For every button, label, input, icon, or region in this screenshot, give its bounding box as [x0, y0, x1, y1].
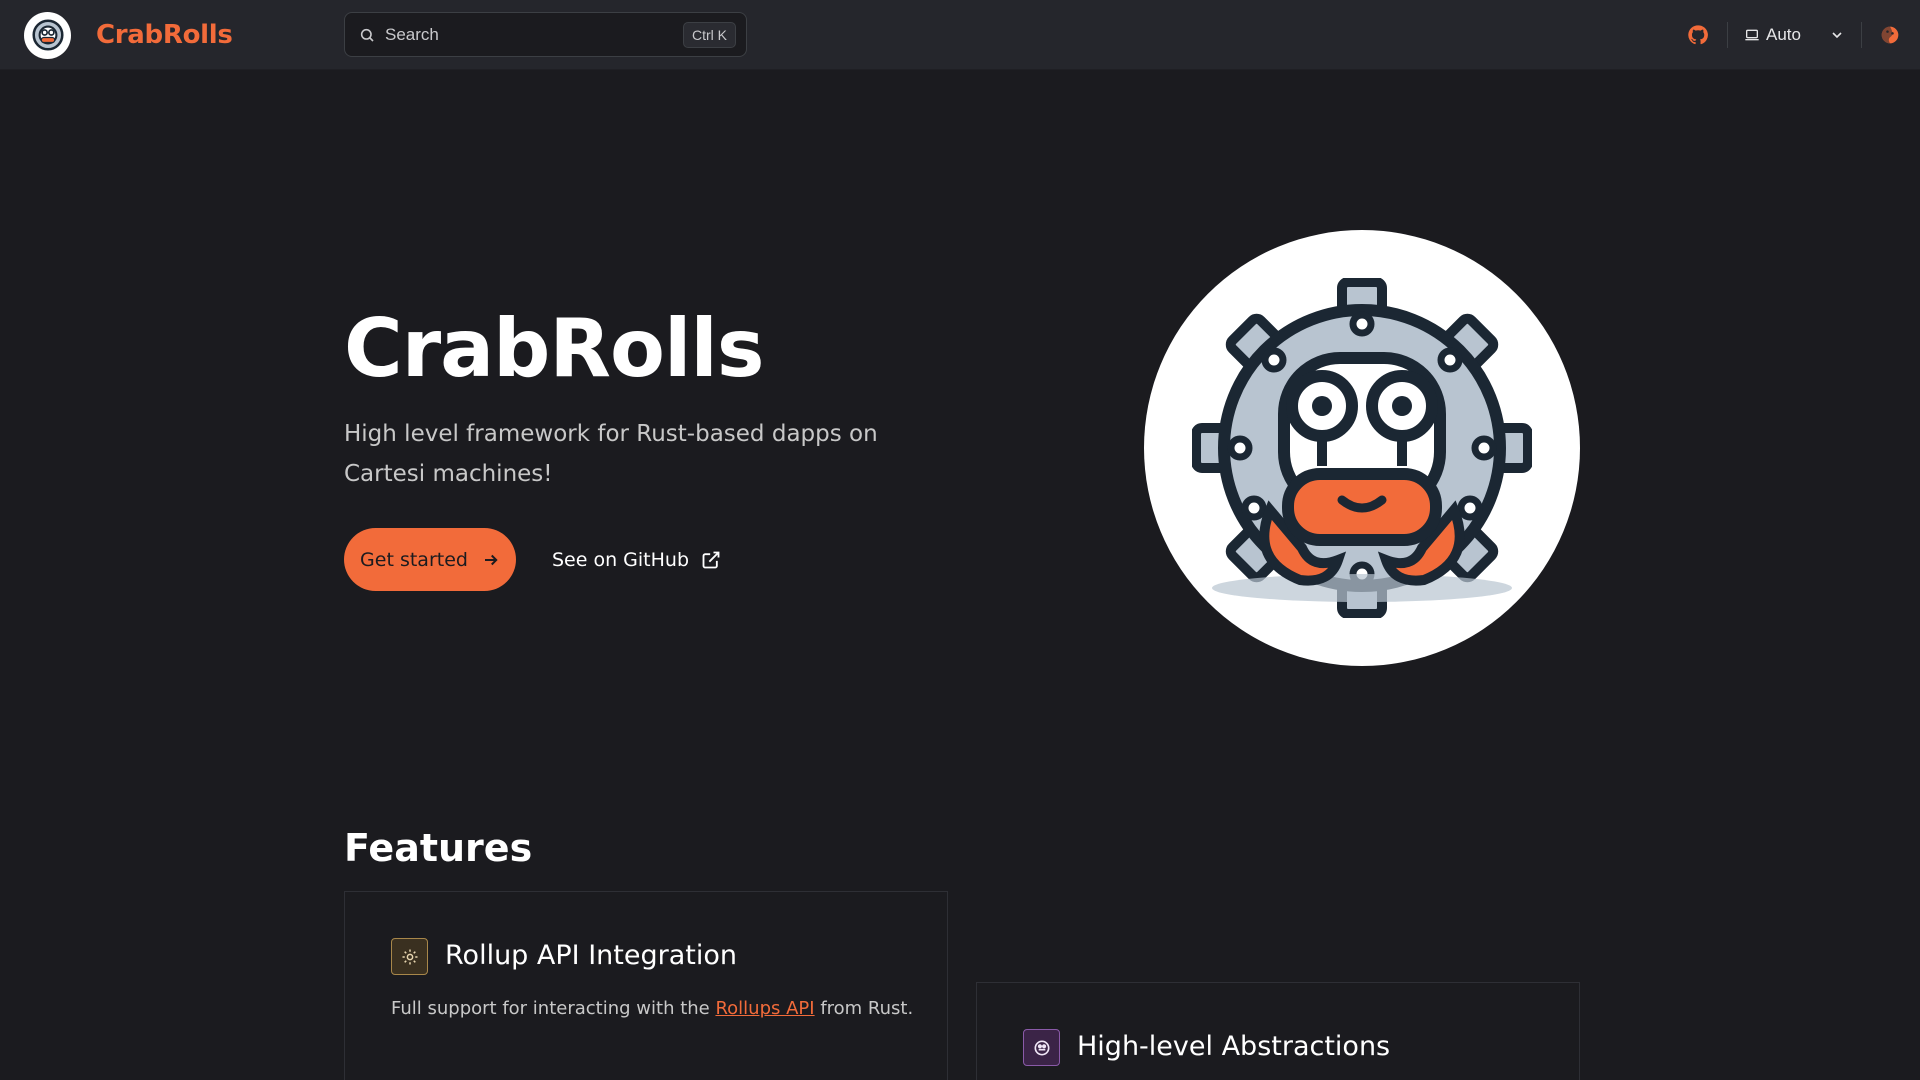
search-shortcut-badge: Ctrl K — [683, 21, 736, 48]
hero-crab-gear-illustration — [1144, 230, 1580, 666]
search-button[interactable]: Search Ctrl K — [344, 12, 747, 57]
see-on-github-label: See on GitHub — [552, 549, 690, 571]
nav-divider — [1727, 22, 1728, 48]
arrow-right-icon — [482, 551, 500, 569]
brand-name: CrabRolls — [96, 20, 233, 50]
feature-card-rollup-api: Rollup API Integration Full support for … — [344, 891, 948, 1080]
rollups-api-link[interactable]: Rollups API — [715, 998, 814, 1019]
get-started-button[interactable]: Get started — [344, 528, 516, 591]
laptop-icon — [1744, 27, 1760, 43]
see-on-github-button[interactable]: See on GitHub — [552, 540, 721, 580]
search-placeholder: Search — [385, 24, 439, 44]
appearance-dropdown[interactable]: Auto — [1744, 21, 1845, 49]
features-heading: Features — [344, 826, 533, 870]
crab-icon — [1023, 1029, 1060, 1066]
nav-divider — [1861, 22, 1862, 48]
top-navbar: CrabRolls Search Ctrl K Auto — [0, 0, 1920, 70]
crabrolls-logo-icon — [24, 11, 71, 59]
palette-icon — [1880, 25, 1900, 45]
feature-title: High-level Abstractions — [1077, 1031, 1391, 1062]
get-started-label: Get started — [360, 548, 468, 571]
feature-description: Full support for interacting with the Ro… — [391, 998, 913, 1019]
feature-description-text: from Rust. — [814, 998, 914, 1019]
hero-title: CrabRolls — [344, 302, 764, 395]
search-icon — [359, 27, 375, 43]
feature-card-high-level-abstractions: High-level Abstractions — [976, 982, 1580, 1080]
external-link-icon — [701, 550, 721, 570]
brand-link[interactable]: CrabRolls — [24, 11, 233, 59]
theme-toggle[interactable] — [1880, 22, 1904, 48]
hero-tagline: High level framework for Rust-based dapp… — [344, 421, 878, 487]
appearance-mode-label: Auto — [1766, 25, 1801, 44]
feature-title: Rollup API Integration — [445, 940, 737, 971]
feature-description-text: Full support for interacting with the — [391, 998, 716, 1019]
github-link[interactable] — [1684, 0, 1712, 70]
chevron-down-icon — [1829, 27, 1845, 43]
github-icon — [1687, 24, 1709, 46]
gear-icon — [391, 938, 428, 975]
